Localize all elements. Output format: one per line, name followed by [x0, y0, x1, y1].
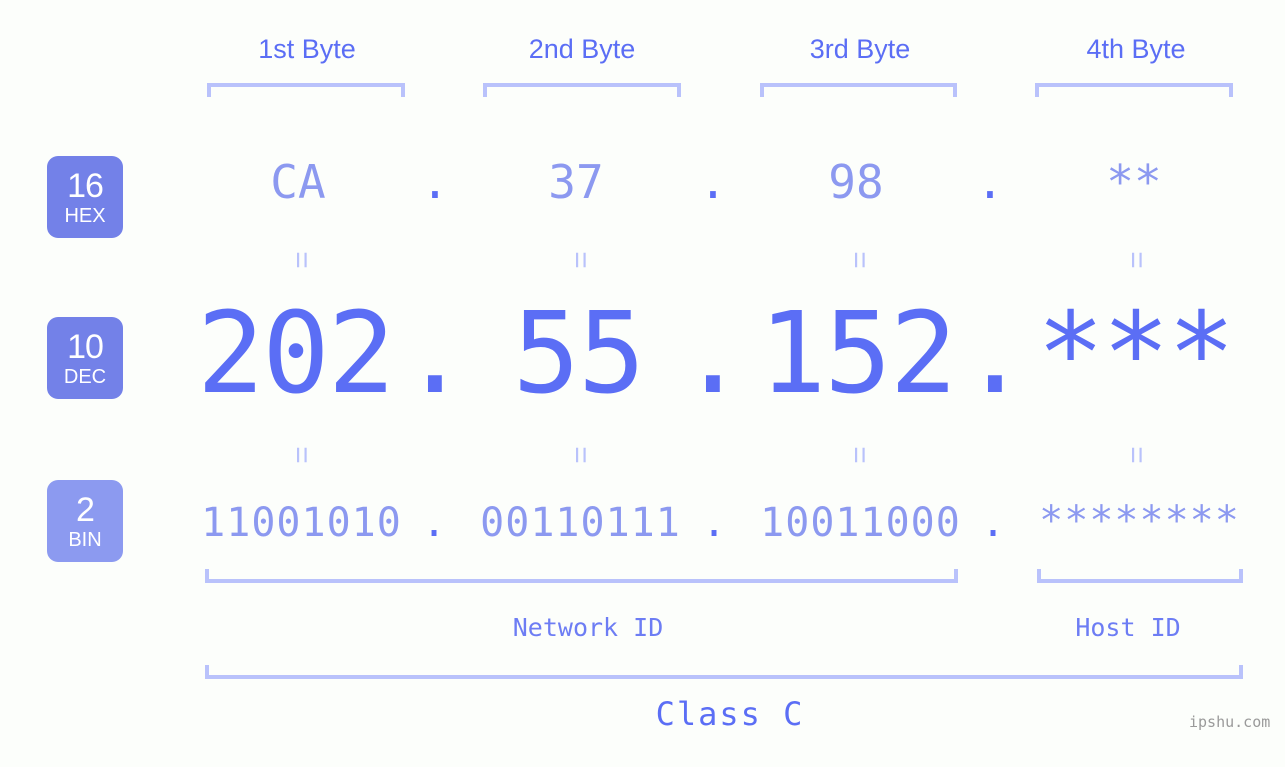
equals-marker-dec-bin-1: = [285, 446, 318, 464]
hex-byte-value-1: CA [270, 155, 326, 209]
base-badge-hex: 16 HEX [47, 156, 123, 238]
base-badge-dec: 10 DEC [47, 317, 123, 399]
bin-separator-1: . [421, 500, 447, 546]
byte-bracket-top-3 [760, 83, 957, 97]
equals-marker-hex-dec-3: = [843, 251, 876, 269]
base-badge-dec-number: 10 [67, 327, 104, 366]
network-id-bracket [205, 569, 958, 583]
byte-bracket-top-4 [1035, 83, 1233, 97]
bin-byte-value-3: 10011000 [760, 500, 961, 546]
equals-marker-dec-bin-2: = [564, 446, 597, 464]
base-badge-dec-name: DEC [63, 365, 107, 388]
base-badge-hex-number: 16 [67, 166, 104, 205]
class-bracket [205, 665, 1243, 679]
base-badge-bin-name: BIN [68, 528, 102, 551]
network-id-label: Network ID [512, 613, 664, 642]
byte-header-label-2: 2nd Byte [528, 34, 636, 64]
watermark-ipshu: ipshu.com [1189, 713, 1271, 731]
dec-byte-value-3: 152 [758, 289, 957, 419]
hex-byte-value-4: ** [1106, 155, 1162, 209]
hex-separator-2: . [699, 155, 727, 209]
dec-separator-2: . [679, 289, 747, 419]
host-id-bracket [1037, 569, 1243, 583]
dec-byte-value-2: 55 [512, 289, 646, 419]
equals-marker-dec-bin-4: = [1120, 446, 1153, 464]
bin-byte-value-2: 00110111 [480, 500, 681, 546]
dec-separator-3: . [961, 289, 1029, 419]
byte-bracket-top-2 [483, 83, 681, 97]
dec-byte-value-4: *** [1036, 289, 1235, 419]
equals-marker-dec-bin-3: = [843, 446, 876, 464]
byte-header-label-1: 1st Byte [258, 34, 356, 64]
bin-byte-value-4: ******** [1039, 498, 1240, 544]
bin-byte-value-1: 11001010 [201, 500, 402, 546]
hex-byte-value-3: 98 [828, 155, 884, 209]
equals-marker-hex-dec-4: = [1120, 251, 1153, 269]
byte-header-label-4: 4th Byte [1086, 34, 1186, 64]
dec-separator-1: . [401, 289, 469, 419]
base-badge-bin-number: 2 [76, 490, 95, 529]
host-id-label: Host ID [1075, 613, 1181, 642]
hex-separator-3: . [976, 155, 1004, 209]
byte-header-label-3: 3rd Byte [809, 34, 911, 64]
byte-bracket-top-1 [207, 83, 405, 97]
hex-byte-value-2: 37 [548, 155, 604, 209]
bin-separator-2: . [701, 500, 727, 546]
dec-byte-value-1: 202 [196, 289, 395, 419]
base-badge-bin: 2 BIN [47, 480, 123, 562]
ip-address-breakdown-diagram: 1st Byte 2nd Byte 3rd Byte 4th Byte 16 H… [0, 0, 1285, 767]
equals-marker-hex-dec-1: = [285, 251, 318, 269]
hex-separator-1: . [421, 155, 449, 209]
base-badge-hex-name: HEX [64, 204, 106, 227]
class-label: Class C [655, 695, 805, 733]
bin-separator-3: . [980, 500, 1006, 546]
equals-marker-hex-dec-2: = [564, 251, 597, 269]
